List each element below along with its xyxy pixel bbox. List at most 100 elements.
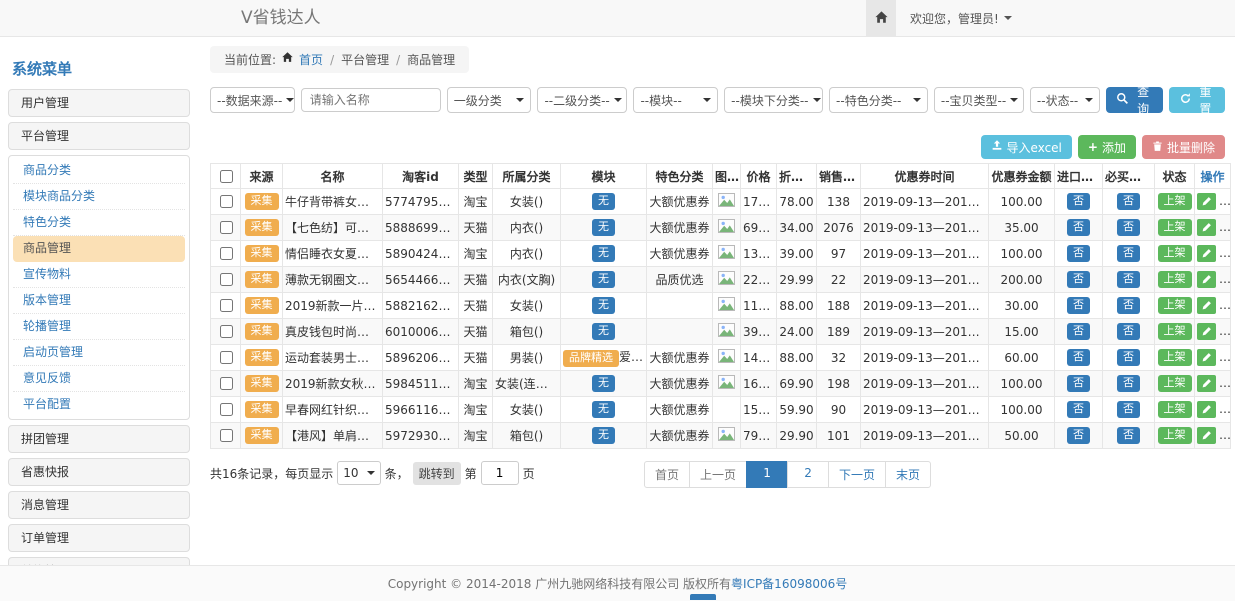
edit-button[interactable] (1197, 375, 1216, 392)
page-number-input[interactable] (481, 461, 519, 485)
must-buy-badge[interactable]: 否 (1117, 297, 1140, 313)
batch-delete-button[interactable]: 批量删除 (1142, 135, 1225, 159)
user-menu[interactable]: 欢迎您，管理员! (896, 0, 1026, 36)
search-button[interactable]: 查询 (1106, 87, 1162, 113)
row-checkbox[interactable] (220, 273, 233, 286)
import-select-badge[interactable]: 否 (1067, 193, 1090, 209)
sidebar-item-模块商品分类[interactable]: 模块商品分类 (13, 184, 185, 210)
feature-category-filter[interactable]: --特色分类-- (829, 87, 928, 113)
row-checkbox[interactable] (220, 377, 233, 390)
must-buy-badge[interactable]: 否 (1117, 401, 1140, 417)
page-button-首页[interactable]: 首页 (644, 461, 690, 488)
row-checkbox[interactable] (220, 299, 233, 312)
home-button[interactable] (866, 0, 896, 36)
sidebar-group-订单管理[interactable]: 订单管理 (8, 524, 190, 552)
status-filter[interactable]: --状态-- (1030, 87, 1101, 113)
edit-button[interactable] (1197, 245, 1216, 262)
sidebar-item-版本管理[interactable]: 版本管理 (13, 288, 185, 314)
add-button[interactable]: + 添加 (1078, 135, 1136, 159)
edit-button[interactable] (1197, 193, 1216, 210)
status-badge[interactable]: 上架 (1158, 375, 1192, 391)
page-button-2[interactable]: 2 (787, 461, 829, 488)
item-type-filter[interactable]: --宝贝类型-- (934, 87, 1024, 113)
edit-button[interactable] (1197, 219, 1216, 236)
module-filter[interactable]: --模块-- (633, 87, 718, 113)
edit-button[interactable] (1197, 427, 1216, 444)
must-buy-badge[interactable]: 否 (1117, 271, 1140, 287)
import-select-badge[interactable]: 否 (1067, 427, 1090, 443)
sidebar-item-宣传物料[interactable]: 宣传物料 (13, 262, 185, 288)
import-select-badge[interactable]: 否 (1067, 349, 1090, 365)
icp-link[interactable]: 粤ICP备16098006号 (731, 575, 847, 592)
feature-category (647, 293, 713, 319)
status-badge[interactable]: 上架 (1158, 193, 1192, 209)
sidebar-item-启动页管理[interactable]: 启动页管理 (13, 340, 185, 366)
import-select-badge[interactable]: 否 (1067, 271, 1090, 287)
per-page-select[interactable]: 10 (337, 461, 380, 485)
import-excel-button[interactable]: 导入excel (981, 135, 1072, 159)
jump-to-button[interactable]: 跳转到 (413, 462, 461, 485)
row-checkbox[interactable] (220, 221, 233, 234)
sidebar-group-用户管理[interactable]: 用户管理 (8, 89, 190, 117)
row-checkbox[interactable] (220, 247, 233, 260)
row-checkbox[interactable] (220, 351, 233, 364)
status-badge[interactable]: 上架 (1158, 427, 1192, 443)
sidebar-group-拼团管理[interactable]: 拼团管理 (8, 425, 190, 453)
breadcrumb-home-link[interactable]: 首页 (299, 51, 323, 68)
import-select-badge[interactable]: 否 (1067, 297, 1090, 313)
import-select-badge[interactable]: 否 (1067, 401, 1090, 417)
edit-button[interactable] (1197, 401, 1216, 418)
status-badge[interactable]: 上架 (1158, 401, 1192, 417)
page-button-末页[interactable]: 末页 (885, 461, 931, 488)
import-select-badge[interactable]: 否 (1067, 323, 1090, 339)
level2-category-filter[interactable]: --二级分类-- (537, 87, 627, 113)
import-select-badge[interactable]: 否 (1067, 219, 1090, 235)
edit-button[interactable] (1197, 349, 1216, 366)
sidebar-item-轮播管理[interactable]: 轮播管理 (13, 314, 185, 340)
import-select-badge[interactable]: 否 (1067, 245, 1090, 261)
sidebar-item-平台配置[interactable]: 平台配置 (13, 392, 185, 417)
select-all-checkbox[interactable] (220, 170, 233, 183)
page-button-上一页[interactable]: 上一页 (689, 461, 747, 488)
status-badge[interactable]: 上架 (1158, 349, 1192, 365)
level1-category-filter[interactable]: 一级分类 (447, 87, 532, 113)
feature-category: 大额优惠券 (647, 241, 713, 267)
page-button-1[interactable]: 1 (746, 461, 788, 488)
back-to-top-button[interactable] (690, 594, 716, 600)
must-buy-badge[interactable]: 否 (1117, 349, 1140, 365)
page-button-下一页[interactable]: 下一页 (828, 461, 886, 488)
sidebar-item-商品分类[interactable]: 商品分类 (13, 158, 185, 184)
sidebar-item-特色分类[interactable]: 特色分类 (13, 210, 185, 236)
row-checkbox[interactable] (220, 195, 233, 208)
sidebar-group-平台管理[interactable]: 平台管理 (8, 122, 190, 150)
data-source-filter[interactable]: --数据来源-- (210, 87, 295, 113)
edit-button[interactable] (1197, 297, 1216, 314)
sidebar-group-消息管理[interactable]: 消息管理 (8, 491, 190, 519)
status-badge[interactable]: 上架 (1158, 297, 1192, 313)
import-select-badge[interactable]: 否 (1067, 375, 1090, 391)
caret-down-icon (1004, 16, 1012, 20)
status-badge[interactable]: 上架 (1158, 219, 1192, 235)
status-badge[interactable]: 上架 (1158, 271, 1192, 287)
must-buy-badge[interactable]: 否 (1117, 375, 1140, 391)
must-buy-badge[interactable]: 否 (1117, 245, 1140, 261)
table-row: 采集【港风】单肩斜跨链条...597293020870淘宝箱包()无大额优惠券7… (211, 423, 1231, 449)
row-checkbox[interactable] (220, 325, 233, 338)
edit-button[interactable] (1197, 271, 1216, 288)
module-subcategory-filter[interactable]: --模块下分类-- (724, 87, 823, 113)
feature-category: 大额优惠券 (647, 371, 713, 397)
row-checkbox[interactable] (220, 403, 233, 416)
sidebar-group-省惠快报[interactable]: 省惠快报 (8, 458, 190, 486)
sidebar-item-意见反馈[interactable]: 意见反馈 (13, 366, 185, 392)
row-checkbox[interactable] (220, 429, 233, 442)
must-buy-badge[interactable]: 否 (1117, 219, 1140, 235)
reset-button[interactable]: 重置 (1169, 87, 1225, 113)
must-buy-badge[interactable]: 否 (1117, 427, 1140, 443)
must-buy-badge[interactable]: 否 (1117, 193, 1140, 209)
name-search-input[interactable] (301, 88, 441, 112)
must-buy-badge[interactable]: 否 (1117, 323, 1140, 339)
sidebar-item-商品管理[interactable]: 商品管理 (13, 236, 185, 262)
status-badge[interactable]: 上架 (1158, 323, 1192, 339)
status-badge[interactable]: 上架 (1158, 245, 1192, 261)
edit-button[interactable] (1197, 323, 1216, 340)
